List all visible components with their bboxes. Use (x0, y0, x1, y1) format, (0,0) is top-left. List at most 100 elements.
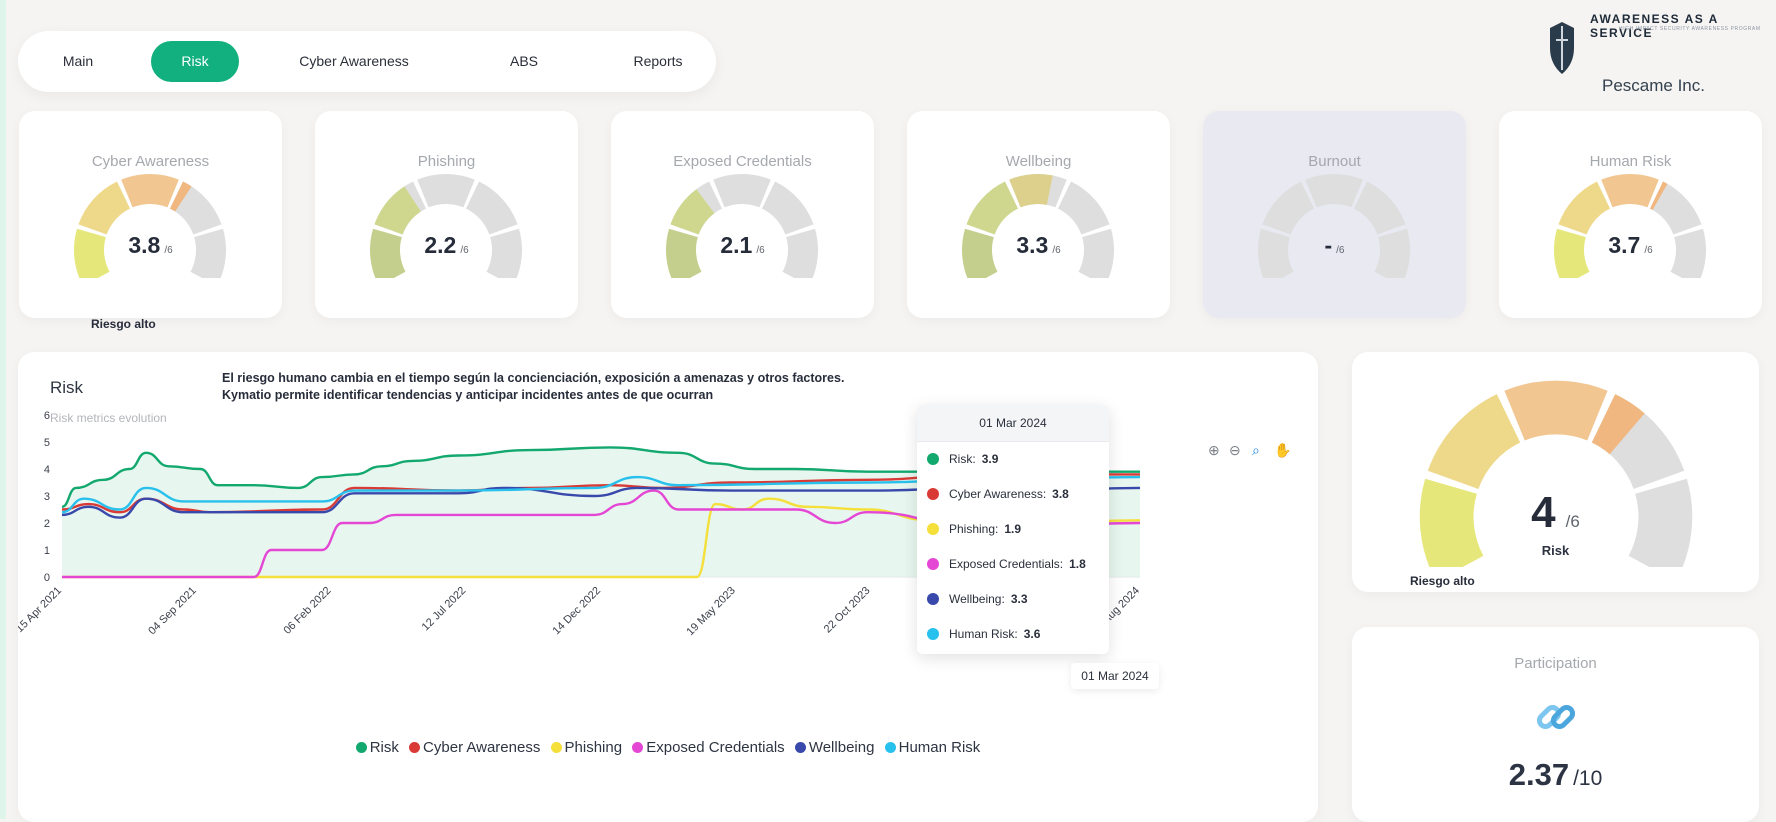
gauge-title: Human Risk (1589, 153, 1672, 170)
tooltip-row-phishing: Phishing: 1.9 (927, 519, 1021, 539)
window-edge (0, 0, 6, 819)
tab-reports[interactable]: Reports (611, 41, 705, 82)
legend-risk[interactable]: Risk (355, 739, 399, 756)
participation-value: 2.37/10 (1508, 757, 1603, 792)
legend-marker (355, 742, 367, 753)
gauge-title: Phishing (417, 153, 476, 170)
tab-main[interactable]: Main (40, 41, 116, 82)
chart-tooltip: 01 Mar 2024 Risk: 3.9 Cyber Awareness: 3.8… (917, 405, 1109, 654)
tooltip-row-cyber-awareness: Cyber Awareness: 3.8 (927, 484, 1069, 504)
y-tick-label: 6 (44, 410, 50, 422)
gauge-value: 3.7/6 (1608, 232, 1653, 258)
legend-cyber-awareness[interactable]: Cyber Awareness (409, 739, 540, 756)
gauge-human-risk (1554, 174, 1706, 278)
participation-card[interactable]: Participation 2.37/10 (1352, 627, 1759, 822)
gauge-segment (1601, 174, 1659, 208)
x-axis-tooltip: 01 Mar 2024 (1071, 663, 1159, 689)
legend-marker (794, 742, 806, 753)
x-tick-label: 15 Apr 2021 (18, 585, 64, 635)
gauge-segment (1353, 181, 1406, 235)
gauge-cyber-awareness (74, 174, 226, 278)
gauge-segment-fill (1009, 174, 1053, 208)
gauge-segment (1305, 174, 1363, 208)
legend-exposed-credentials[interactable]: Exposed Credentials (632, 739, 785, 756)
y-tick-label: 4 (44, 464, 50, 476)
gauge-segment (465, 181, 518, 235)
zoom-selection-icon[interactable]: ⌕ (1252, 442, 1260, 459)
y-tick-label: 2 (44, 518, 50, 530)
tab-abs[interactable]: ABS (491, 41, 557, 82)
x-tick-label: 04 Sep 2021 (146, 585, 199, 638)
gauge-value: 2.2/6 (424, 232, 469, 258)
participation-title: Participation (1514, 655, 1597, 672)
legend-phishing[interactable]: Phishing (550, 739, 622, 756)
gauge-value: 2.1/6 (720, 232, 765, 258)
risk-chart-panel: Risk Risk metrics evolution El riesgo hu… (18, 352, 1318, 822)
overall-risk-gauge (1419, 380, 1693, 567)
pan-icon[interactable]: ✋ (1274, 442, 1291, 459)
y-tick-label: 5 (44, 437, 50, 449)
overall-risk-note: Riesgo alto (1410, 574, 1475, 588)
company-name: Pescame Inc. (1602, 76, 1705, 95)
x-tick-label: 19 May 2023 (684, 585, 737, 638)
main-nav: Main Risk Cyber Awareness ABS Reports (18, 31, 716, 92)
y-tick-label: 1 (44, 545, 50, 557)
gauge-title: Wellbeing (1005, 153, 1072, 170)
gauge-segment (121, 174, 179, 208)
risk-level-note: Riesgo alto (91, 317, 156, 331)
gauge-segment (1262, 181, 1315, 235)
tooltip-row-human-risk: Human Risk: 3.6 (927, 624, 1040, 644)
legend-marker (550, 742, 562, 753)
gauge-title: Exposed Credentials (673, 153, 812, 170)
gauge-segment (966, 181, 1019, 235)
gauge-segment (1427, 394, 1521, 489)
gauge-segment (1558, 181, 1611, 235)
x-tick-label: 06 Feb 2022 (281, 585, 333, 637)
zoom-in-icon[interactable]: ⊕ (1208, 442, 1220, 459)
gauge-segment (1649, 181, 1702, 235)
gauge-card-exposed-credentials[interactable]: Exposed Credentials 2.1/6 (611, 111, 874, 318)
tooltip-row-risk: Risk: 3.9 (927, 449, 998, 469)
gauge-card-phishing[interactable]: Phishing 2.2/6 (315, 111, 578, 318)
gauge-value: 3.8/6 (128, 232, 173, 258)
x-tick-label: 22 Oct 2023 (822, 585, 873, 636)
gauge-segment (1504, 380, 1608, 441)
gauge-exposed-credentials (666, 174, 818, 278)
tooltip-row-exposed-credentials: Exposed Credentials: 1.8 (927, 554, 1086, 574)
gauge-segment (713, 174, 771, 208)
gauge-card-burnout: Burnout -/6 (1203, 111, 1466, 318)
gauge-card-wellbeing[interactable]: Wellbeing 3.3/6 (907, 111, 1170, 318)
x-tick-label: 12 Jul 2022 (420, 585, 469, 634)
gauge-segment (417, 174, 475, 208)
gauge-value: -/6 (1324, 232, 1345, 258)
y-tick-label: 0 (44, 572, 50, 584)
x-tick-label: 14 Dec 2022 (551, 585, 604, 638)
tab-cyber-awareness[interactable]: Cyber Awareness (276, 41, 432, 82)
tooltip-date: 01 Mar 2024 (917, 405, 1109, 442)
gauge-segment (78, 181, 131, 235)
overall-risk-label: Risk (1541, 543, 1570, 558)
gauge-card-human-risk[interactable]: Human Risk 3.7/6 (1499, 111, 1762, 318)
gauge-wellbeing (962, 174, 1114, 278)
gauge-burnout (1258, 174, 1410, 278)
link-icon (1536, 704, 1576, 730)
legend-marker (409, 742, 421, 753)
overall-risk-card[interactable]: 4/6 Risk (1352, 352, 1759, 592)
legend-marker (884, 742, 896, 753)
tab-risk[interactable]: Risk (151, 41, 239, 82)
overall-risk-value: 4/6 (1531, 488, 1580, 537)
gauge-value: 3.3/6 (1016, 232, 1061, 258)
gauge-segment (761, 181, 814, 235)
gauge-title: Cyber Awareness (91, 153, 210, 170)
legend-human-risk[interactable]: Human Risk (884, 739, 980, 756)
gauge-title: Burnout (1308, 153, 1361, 170)
logo-tagline: HIGH IMPACT SECURITY AWARENESS PROGRAM (1619, 26, 1761, 32)
y-tick-label: 3 (44, 491, 50, 503)
chart-legend: Risk Cyber Awareness Phishing Exposed Cr… (18, 739, 1318, 756)
legend-marker (632, 742, 644, 753)
gauge-card-cyber-awareness[interactable]: Cyber Awareness 3.8/6 (19, 111, 282, 318)
tooltip-row-wellbeing: Wellbeing: 3.3 (927, 589, 1028, 609)
legend-wellbeing[interactable]: Wellbeing (794, 739, 874, 756)
zoom-out-icon[interactable]: ⊖ (1229, 442, 1241, 459)
gauge-segment (169, 181, 222, 235)
